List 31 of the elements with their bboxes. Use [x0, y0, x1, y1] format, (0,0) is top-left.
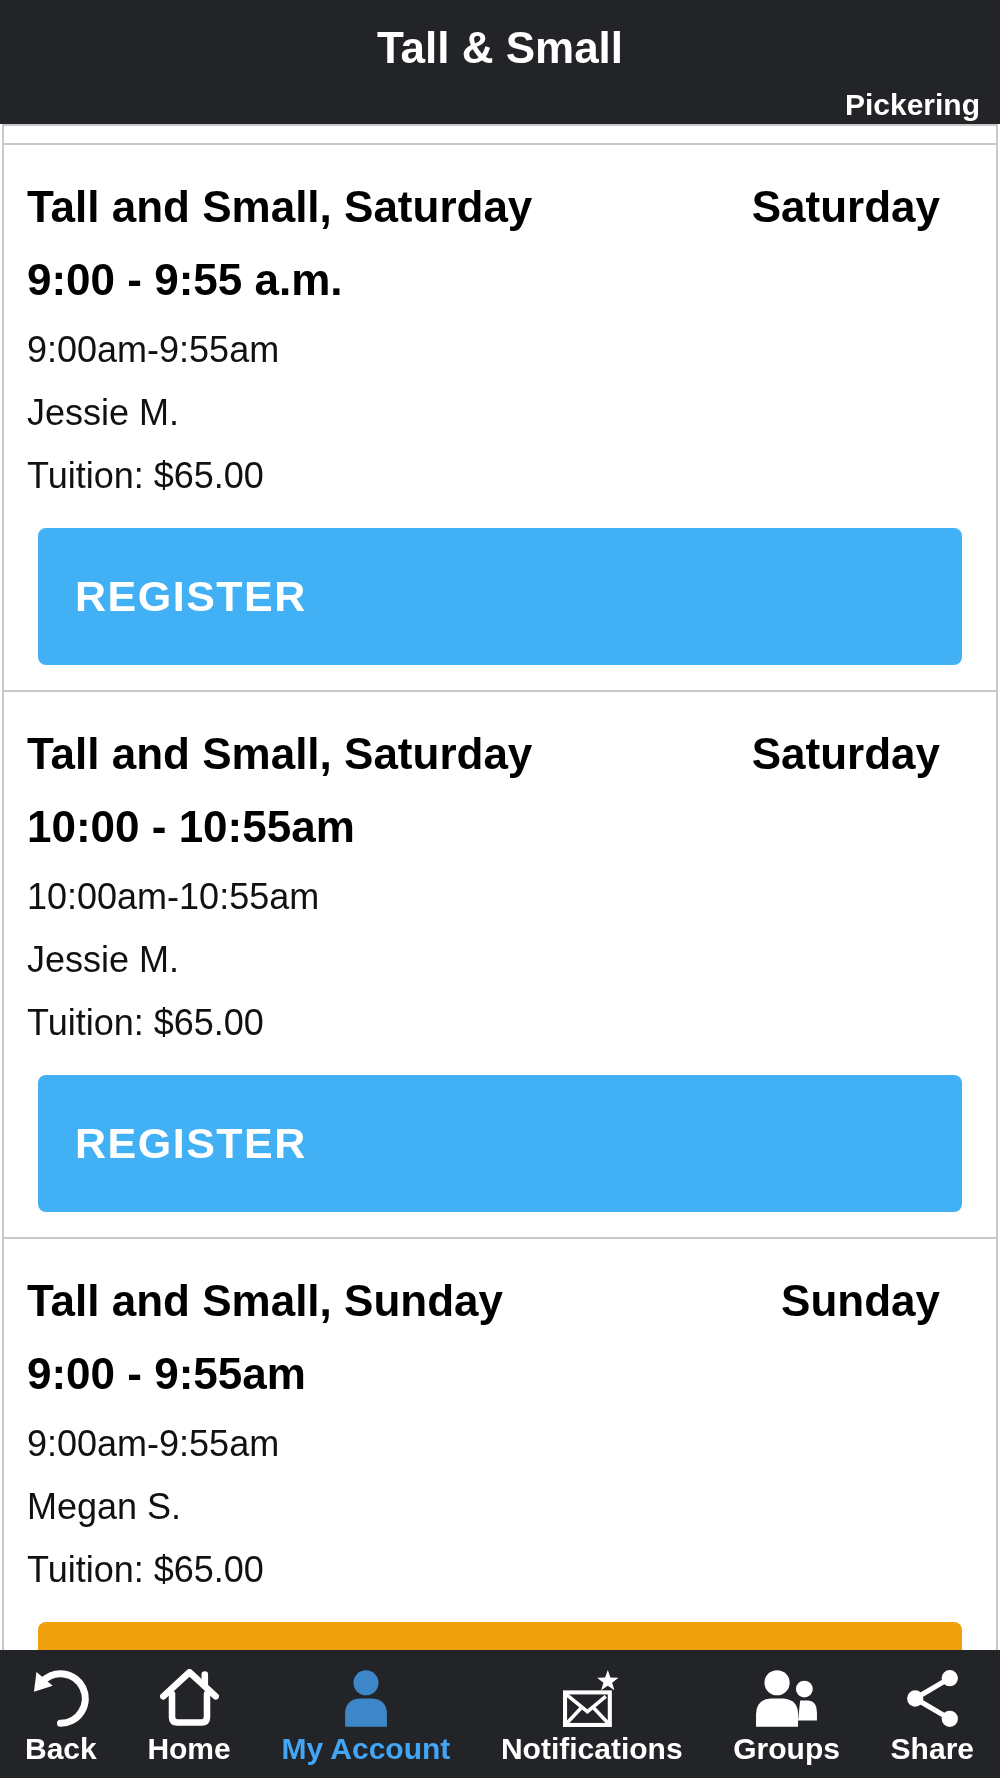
class-time: 9:00 - 9:55am — [27, 1348, 306, 1400]
class-time: 10:00 - 10:55am — [27, 801, 355, 853]
nav-button[interactable]: Notifications — [500, 1669, 683, 1767]
day-label: Saturday — [751, 728, 940, 780]
instructor-name: Jessie M. — [27, 391, 180, 435]
time-range: 10:00am-10:55am — [27, 875, 320, 919]
class-title: Tall and Small, Saturday — [27, 181, 533, 233]
tuition-text: Tuition: $65.00 — [27, 1548, 264, 1592]
day-label: Saturday — [751, 181, 940, 233]
tuition-text: Tuition: $65.00 — [27, 1001, 264, 1045]
time-range: 9:00am-9:55am — [27, 1422, 280, 1466]
back-icon — [31, 1669, 91, 1728]
nav-button[interactable]: Home — [147, 1669, 231, 1767]
class-title: Tall and Small, Saturday — [27, 728, 533, 780]
class-title: Tall and Small, Sunday — [27, 1275, 503, 1327]
nav-button[interactable]: Share — [890, 1669, 974, 1767]
time-range: 9:00am-9:55am — [27, 328, 280, 372]
instructor-name: Jessie M. — [27, 938, 180, 982]
location-label: Pickering — [844, 87, 980, 123]
nav-button[interactable]: My Account — [281, 1669, 451, 1767]
share-icon — [905, 1669, 959, 1728]
day-label: Sunday — [781, 1275, 940, 1327]
page-title: Tall & Small — [376, 22, 624, 74]
class-time: 9:00 - 9:55 a.m. — [27, 254, 343, 306]
instructor-name: Megan S. — [27, 1485, 182, 1529]
nav-button[interactable]: Groups — [733, 1669, 840, 1767]
people-icon — [755, 1669, 819, 1728]
tuition-text: Tuition: $65.00 — [27, 454, 264, 498]
nav-button[interactable]: Back — [25, 1669, 97, 1767]
home-icon — [159, 1669, 219, 1728]
person-icon — [342, 1669, 389, 1728]
